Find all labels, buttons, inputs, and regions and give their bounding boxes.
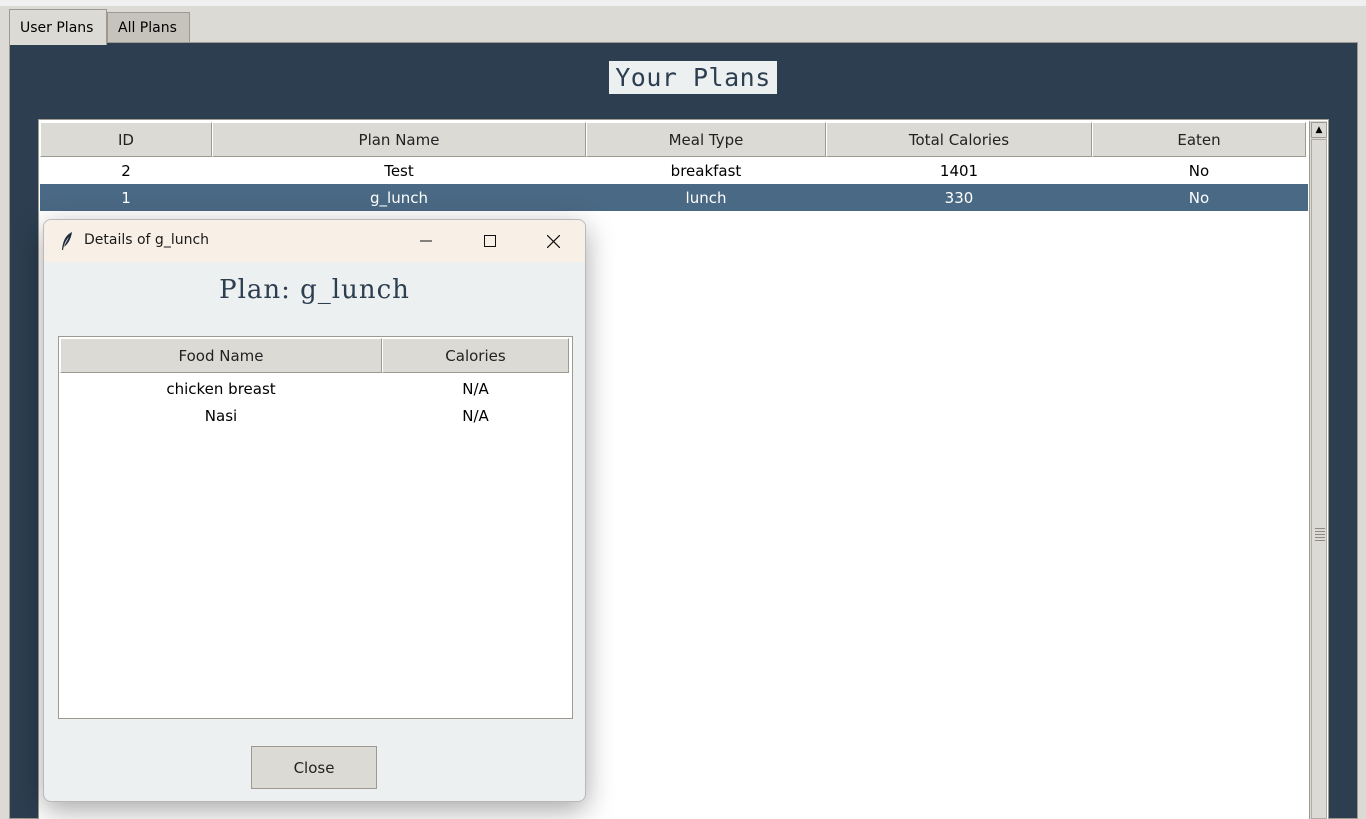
column-header-calories[interactable]: Calories	[382, 338, 569, 373]
table-row[interactable]: 2 Test breakfast 1401 No	[40, 157, 1308, 184]
vertical-scrollbar[interactable]: ▲	[1309, 121, 1327, 819]
column-header-total-calories[interactable]: Total Calories	[826, 122, 1092, 157]
tab-user-plans[interactable]: User Plans	[9, 9, 107, 45]
cell-plan-name: g_lunch	[370, 188, 428, 207]
plan-heading: Plan: g_lunch	[219, 275, 410, 305]
cell-meal-type: lunch	[685, 188, 727, 207]
tab-label: User Plans	[20, 19, 94, 36]
dialog-title: Details of g_lunch	[84, 232, 210, 248]
scroll-up-arrow-icon[interactable]: ▲	[1311, 122, 1327, 138]
cell-plan-name: Test	[384, 161, 414, 180]
minimize-button[interactable]	[394, 220, 458, 262]
column-header-food-name[interactable]: Food Name	[60, 338, 382, 373]
table-row[interactable]: chicken breast N/A	[60, 375, 571, 402]
column-header-plan-name[interactable]: Plan Name	[212, 122, 586, 157]
cell-food-name: chicken breast	[166, 379, 276, 398]
page-title: Your Plans	[609, 61, 777, 94]
cell-id: 2	[121, 161, 131, 180]
food-table-header: Food Name Calories	[60, 338, 569, 374]
scrollbar-grip	[1315, 528, 1325, 542]
table-row[interactable]: Nasi N/A	[60, 402, 571, 429]
tab-label: All Plans	[118, 19, 177, 36]
cell-eaten: No	[1188, 188, 1210, 207]
cell-meal-type: breakfast	[670, 161, 742, 180]
close-icon	[546, 234, 560, 248]
close-button[interactable]: Close	[251, 746, 377, 789]
cell-total-calories: 1401	[939, 161, 979, 180]
maximize-button[interactable]	[458, 220, 522, 262]
close-window-button[interactable]	[521, 220, 585, 262]
column-header-meal-type[interactable]: Meal Type	[586, 122, 826, 157]
cell-eaten: No	[1188, 161, 1210, 180]
cell-food-name: Nasi	[204, 406, 238, 425]
plan-details-dialog: Details of g_lunch Plan: g_lunch Food Na…	[43, 219, 586, 802]
table-body: 2 Test breakfast 1401 No 1 g_lunch lunch…	[40, 157, 1308, 211]
dialog-titlebar[interactable]: Details of g_lunch	[44, 220, 585, 262]
column-header-id[interactable]: ID	[40, 122, 212, 157]
cell-calories: N/A	[462, 379, 489, 398]
scrollbar-thumb[interactable]	[1311, 139, 1327, 819]
food-table-body: chicken breast N/A Nasi N/A	[60, 375, 571, 429]
tab-all-plans[interactable]: All Plans	[107, 12, 190, 42]
table-row-selected[interactable]: 1 g_lunch lunch 330 No	[40, 184, 1308, 211]
feather-icon	[62, 232, 72, 250]
cell-id: 1	[121, 188, 131, 207]
table-header: ID Plan Name Meal Type Total Calories Ea…	[40, 122, 1306, 157]
minimize-icon	[420, 240, 432, 242]
tab-bar: User Plans All Plans	[0, 6, 1366, 45]
column-header-eaten[interactable]: Eaten	[1092, 122, 1306, 157]
cell-total-calories: 330	[944, 188, 974, 207]
cell-calories: N/A	[462, 406, 489, 425]
maximize-icon	[484, 235, 496, 247]
food-table: Food Name Calories chicken breast N/A Na…	[58, 336, 573, 719]
